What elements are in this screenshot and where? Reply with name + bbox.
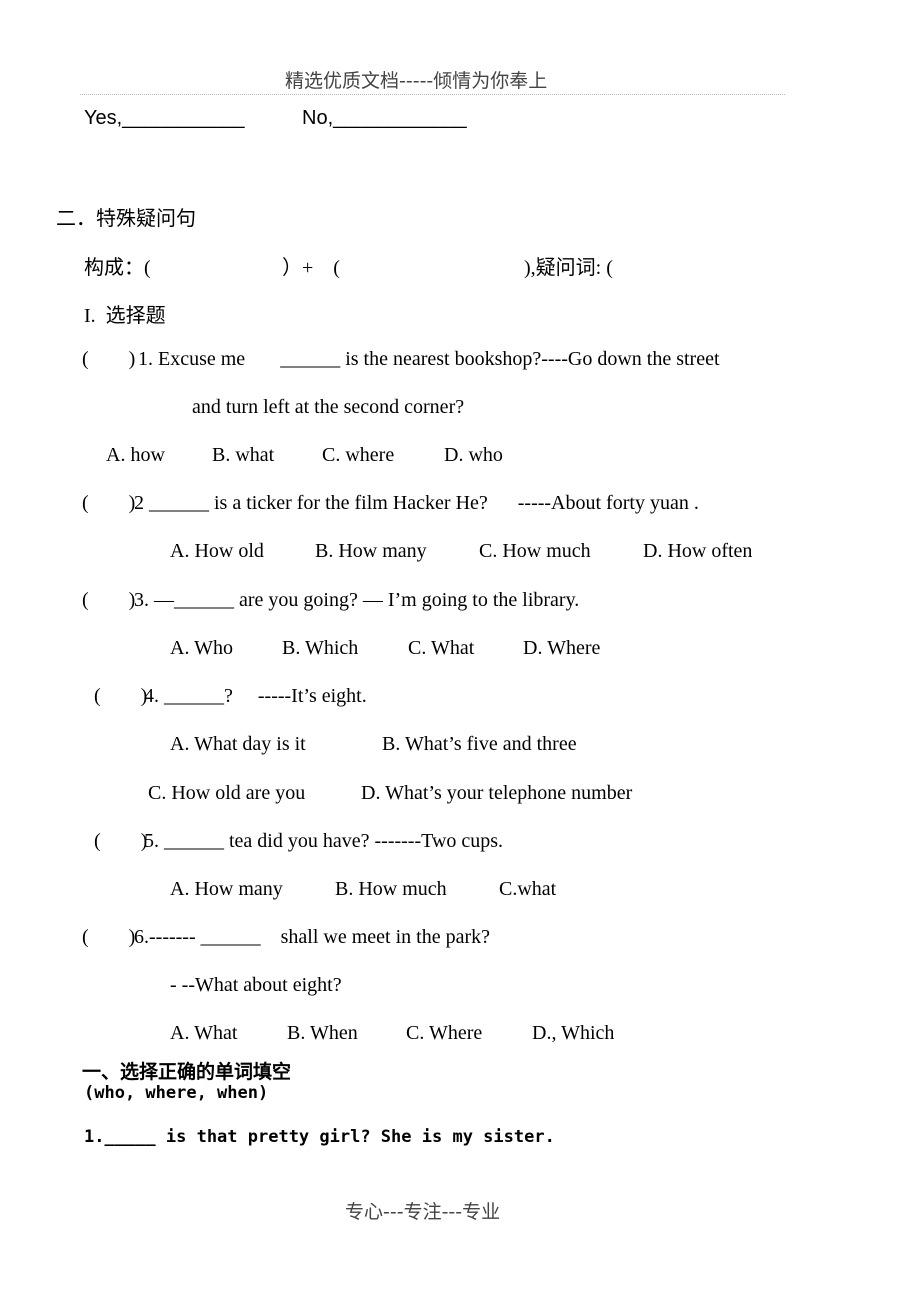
no-blank: No,____________ [302,107,467,129]
option-d: D. Where [523,637,601,659]
option-d: D. who [444,444,503,466]
answer-paren[interactable]: ( ) [82,492,135,515]
question-stem-cont: - --What about eight? [170,974,342,996]
option-a: A. How many [170,878,283,900]
option-c: C. where [322,444,395,466]
answer-paren[interactable]: ( ) [94,685,147,708]
structure-mid: ）+ ( [282,257,340,279]
option-c: C.what [499,878,557,900]
option-b: B. How many [315,540,427,562]
part-title-multiple-choice: I. 选择题 [84,305,166,327]
question-stem: 5. ______ tea did you have? -------Two c… [144,830,504,852]
option-d: D. How often [643,540,753,562]
option-d: D. What’s your telephone number [361,782,633,804]
option-a: A. What [170,1022,238,1044]
option-b: B. What’s five and three [382,733,577,755]
option-a: A. Who [170,637,233,659]
answer-paren[interactable]: ( ) [82,926,135,949]
option-a: A. How old [170,540,264,562]
option-a: A. how [106,444,165,466]
answer-paren[interactable]: ( ) [82,589,135,612]
option-c: C. How much [479,540,591,562]
structure-end: ),疑问词: ( [524,257,613,279]
section-title-fill-in: 一、选择正确的单词填空 [82,1061,292,1083]
page-footer: 专心---专注---专业 [345,1201,501,1223]
question-stem-cont: and turn left at the second corner? [192,396,465,418]
question-stem: 2 ______ is a ticker for the film Hacker… [134,492,699,514]
word-bank: (who, where, when) [84,1083,269,1103]
option-b: B. Which [282,637,359,659]
yes-blank: Yes,___________ [84,107,245,129]
option-c: C. Where [406,1022,483,1044]
structure-label: 构成：( [84,257,151,279]
option-a: A. What day is it [170,733,306,755]
question-stem: 3. —______ are you going? — I’m going to… [134,589,580,611]
option-c: C. How old are you [148,782,306,804]
question-stem: 6.------- ______ shall we meet in the pa… [134,926,490,948]
fill-in-question-1: 1._____ is that pretty girl? She is my s… [84,1127,555,1147]
section-title-wh-questions: 二．特殊疑问句 [56,208,196,230]
header-divider [80,94,785,95]
answer-paren[interactable]: ( ) [82,348,135,371]
question-stem: 4. ______? -----It’s eight. [144,685,367,707]
option-d: D., Which [532,1022,615,1044]
option-c: C. What [408,637,475,659]
answer-paren[interactable]: ( ) [94,830,147,853]
option-b: B. what [212,444,275,466]
question-stem: 1. Excuse me ______ is the nearest books… [138,348,720,370]
option-b: B. How much [335,878,447,900]
page-header: 精选优质文档-----倾情为你奉上 [285,70,548,92]
option-b: B. When [287,1022,358,1044]
